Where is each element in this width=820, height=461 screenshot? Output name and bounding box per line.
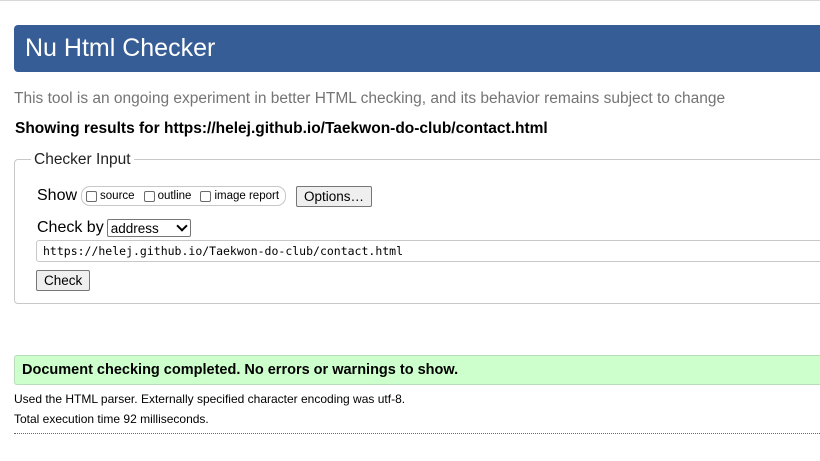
show-label: Show: [37, 187, 78, 204]
options-button[interactable]: Options…: [296, 185, 373, 207]
success-message: Document checking completed. No errors o…: [22, 362, 459, 378]
source-checkbox[interactable]: [86, 190, 98, 202]
page-title: Nu Html Checker: [25, 34, 216, 62]
url-input[interactable]: https://helej.github.io/Taekwon-do-club/…: [36, 240, 820, 262]
outline-option-label: outline: [157, 190, 192, 202]
check-by-select[interactable]: address: [106, 219, 191, 237]
results-heading: Showing results for https://helej.github…: [15, 120, 548, 137]
image-report-checkbox[interactable]: [200, 190, 212, 202]
parser-info: Used the HTML parser. Externally specifi…: [14, 392, 406, 406]
outline-option[interactable]: outline: [143, 190, 192, 202]
check-button[interactable]: Check: [36, 270, 91, 291]
header-bar: Nu Html Checker: [14, 25, 820, 72]
checker-input-legend: Checker Input: [31, 151, 134, 169]
image-report-option[interactable]: image report: [200, 190, 279, 202]
check-by-row: Check by address: [37, 219, 191, 237]
success-message-box: Document checking completed. No errors o…: [14, 355, 820, 385]
outline-checkbox[interactable]: [143, 190, 155, 202]
source-option[interactable]: source: [86, 190, 135, 202]
checker-input-fieldset: Checker Input Show source outline image …: [14, 151, 820, 304]
chevron-down-icon: [176, 220, 188, 232]
dotted-divider: [14, 433, 820, 434]
show-options-row: Show source outline image report Options…: [37, 185, 373, 207]
top-divider: [0, 0, 820, 1]
check-by-label: Check by: [37, 219, 104, 236]
execution-time: Total execution time 92 milliseconds.: [14, 412, 209, 426]
intro-text: This tool is an ongoing experiment in be…: [14, 90, 726, 107]
show-options-group: source outline image report: [81, 186, 287, 206]
check-by-selected-value: address: [110, 220, 159, 236]
source-option-label: source: [100, 190, 135, 202]
image-report-option-label: image report: [214, 190, 280, 202]
